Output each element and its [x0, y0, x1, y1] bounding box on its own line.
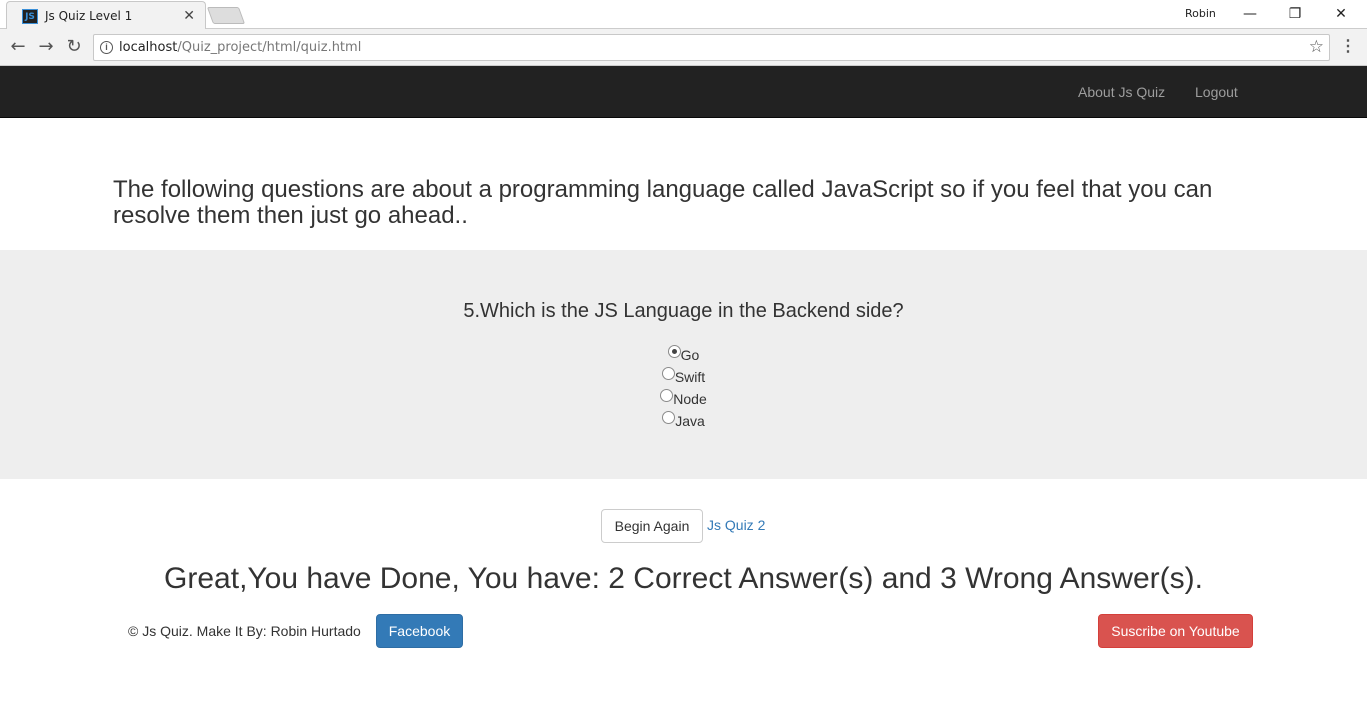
radio-java[interactable] — [662, 411, 676, 424]
nav-about-link[interactable]: About Js Quiz — [1078, 84, 1165, 100]
youtube-subscribe-button[interactable]: Suscribe on Youtube — [1098, 614, 1253, 648]
reload-icon[interactable]: ↻ — [63, 36, 85, 58]
back-arrow-icon[interactable]: ← — [7, 36, 29, 58]
browser-toolbar: ← → ↻ i localhost/Quiz_project/html/quiz… — [0, 29, 1367, 66]
close-window-icon[interactable]: ✕ — [1330, 4, 1352, 24]
js-quiz-2-link[interactable]: Js Quiz 2 — [707, 517, 765, 533]
info-icon[interactable]: i — [100, 41, 113, 54]
tab-title: Js Quiz Level 1 — [45, 9, 133, 23]
radio-swift[interactable] — [661, 367, 675, 380]
radio-node[interactable] — [660, 389, 674, 402]
question-text: 5.Which is the JS Language in the Backen… — [463, 300, 904, 322]
browser-titlebar: JS Js Quiz Level 1 ✕ Robin — ❐ ✕ — [0, 0, 1367, 29]
option-label: Go — [680, 347, 700, 363]
option-node[interactable]: Node — [0, 389, 1367, 407]
option-label: Java — [675, 413, 705, 429]
browser-tab[interactable]: JS Js Quiz Level 1 ✕ — [6, 1, 206, 29]
url-host: localhost — [119, 40, 178, 55]
question-panel: 5.Which is the JS Language in the Backen… — [0, 250, 1367, 479]
nav-logout-link[interactable]: Logout — [1195, 84, 1238, 100]
option-label: Node — [673, 391, 707, 407]
url-text[interactable]: localhost/Quiz_project/html/quiz.html — [119, 40, 361, 55]
site-navbar: About Js Quiz Logout — [0, 66, 1367, 118]
restore-icon[interactable]: ❐ — [1284, 4, 1306, 24]
facebook-button[interactable]: Facebook — [376, 614, 463, 648]
option-go[interactable]: Go — [0, 345, 1367, 363]
footer-credit: © Js Quiz. Make It By: Robin Hurtado — [128, 623, 361, 639]
url-path: /Quiz_project/html/quiz.html — [177, 40, 362, 55]
option-java[interactable]: Java — [0, 411, 1367, 429]
close-tab-icon[interactable]: ✕ — [183, 7, 195, 24]
kebab-menu-icon[interactable]: ⋮ — [1340, 36, 1356, 56]
js-favicon-icon: JS — [22, 9, 38, 24]
profile-name[interactable]: Robin — [1185, 7, 1216, 20]
result-text: Great,You have Done, You have: 2 Correct… — [164, 562, 1203, 595]
option-label: Swift — [674, 369, 706, 385]
begin-again-button[interactable]: Begin Again — [601, 509, 703, 543]
option-swift[interactable]: Swift — [0, 367, 1367, 385]
star-icon[interactable]: ☆ — [1309, 37, 1324, 57]
new-tab-button[interactable] — [206, 7, 246, 24]
address-bar[interactable]: i localhost/Quiz_project/html/quiz.html … — [93, 34, 1330, 61]
radio-go[interactable] — [667, 345, 681, 358]
intro-text: The following questions are about a prog… — [113, 176, 1213, 229]
minimize-icon[interactable]: — — [1239, 4, 1261, 24]
forward-arrow-icon[interactable]: → — [35, 36, 57, 58]
